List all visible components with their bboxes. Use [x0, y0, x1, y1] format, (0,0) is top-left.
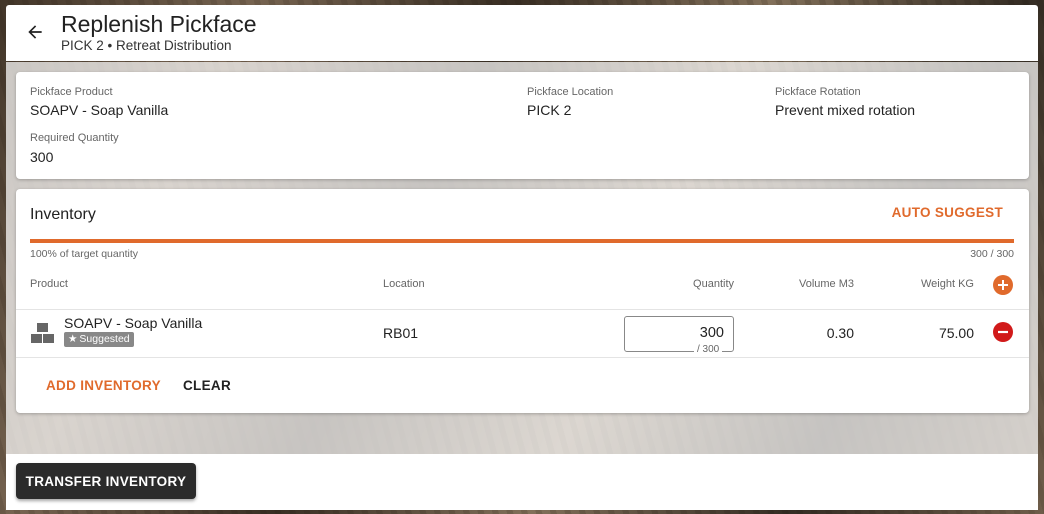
auto-suggest-button[interactable]: AUTO SUGGEST [892, 205, 1003, 220]
clear-button[interactable]: CLEAR [183, 378, 231, 393]
boxes-icon [31, 323, 54, 343]
required-quantity-label: Required Quantity [30, 132, 119, 144]
pickface-location-label: Pickface Location [527, 86, 614, 98]
remove-row-button[interactable] [993, 322, 1013, 342]
pickface-product-value: SOAPV - Soap Vanilla [30, 102, 169, 118]
progress-percent-text: 100% of target quantity [30, 248, 138, 260]
column-header-volume: Volume M3 [798, 278, 854, 290]
row-volume: 0.30 [826, 325, 854, 341]
pickface-rotation-label: Pickface Rotation [775, 86, 861, 98]
column-header-location: Location [383, 278, 425, 290]
pickface-location-value: PICK 2 [527, 102, 572, 118]
table-divider [16, 309, 1029, 310]
inventory-title: Inventory [30, 206, 96, 223]
column-header-quantity: Quantity [693, 278, 734, 290]
column-header-product: Product [30, 278, 68, 290]
suggested-badge: ★ Suggested [64, 332, 134, 347]
suggested-badge-label: Suggested [79, 333, 130, 345]
quantity-max-hint: / 300 [694, 344, 723, 355]
transfer-inventory-button[interactable]: TRANSFER INVENTORY [16, 463, 196, 499]
app-header: Replenish Pickface PICK 2 • Retreat Dist… [6, 5, 1038, 61]
star-icon: ★ [68, 333, 78, 345]
required-quantity-value: 300 [30, 149, 54, 165]
add-inventory-button[interactable]: ADD INVENTORY [46, 378, 161, 393]
pickface-product-label: Pickface Product [30, 86, 113, 98]
plus-icon [998, 280, 1008, 290]
column-header-weight: Weight KG [921, 278, 974, 290]
row-location: RB01 [383, 325, 419, 341]
back-button[interactable] [24, 21, 46, 43]
pickface-rotation-value: Prevent mixed rotation [775, 102, 916, 118]
arrow-left-icon [28, 25, 42, 39]
page-title: Replenish Pickface [61, 11, 257, 37]
row-product-name: SOAPV - Soap Vanilla [64, 315, 203, 331]
pickface-details-card: Pickface Product SOAPV - Soap Vanilla Pi… [16, 72, 1029, 179]
target-progress-bar [30, 239, 1014, 243]
minus-icon [998, 330, 1008, 334]
progress-count-text: 300 / 300 [970, 248, 1014, 260]
table-divider [16, 357, 1029, 358]
inventory-card: Inventory AUTO SUGGEST 100% of target qu… [16, 189, 1029, 413]
page-subtitle: PICK 2 • Retreat Distribution [61, 38, 232, 53]
add-row-button[interactable] [993, 275, 1013, 295]
quantity-input[interactable] [644, 325, 724, 341]
target-progress-fill [30, 239, 1014, 243]
row-weight: 75.00 [938, 325, 974, 341]
footer-bar: TRANSFER INVENTORY [6, 454, 1038, 510]
